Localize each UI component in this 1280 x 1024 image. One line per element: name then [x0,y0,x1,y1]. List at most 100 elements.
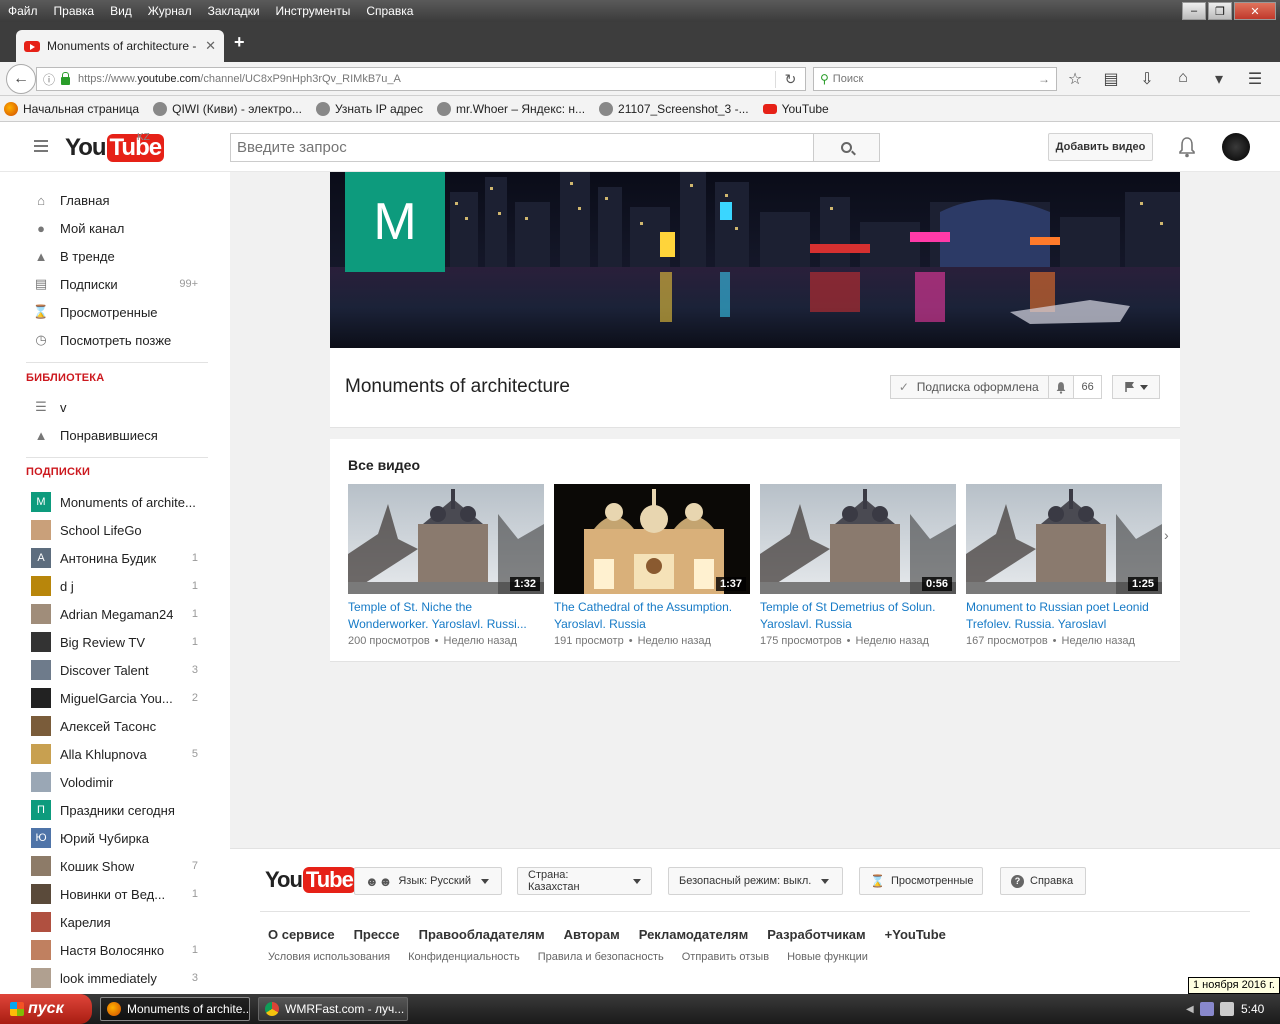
subscriptions-section-title[interactable]: ПОДПИСКИ [26,466,90,478]
subscription-item[interactable]: А Антонина Будик 1 [0,544,230,572]
back-button[interactable]: ← [6,64,36,94]
search-engine-icon[interactable]: ⚲ [820,72,829,86]
language-button[interactable]: ☻☻ Язык: Русский [354,867,502,895]
menu-item[interactable]: Инструменты [268,4,359,18]
taskbar-clock[interactable]: 5:40 [1241,1002,1264,1016]
subscription-item[interactable]: Карелия [0,908,230,936]
sidebar-library-item[interactable]: ☰ v [0,393,230,421]
taskbar-button[interactable]: Monuments of archite... [100,997,250,1021]
footer-link[interactable]: Авторам [564,927,620,942]
footer-link[interactable]: Прессе [354,927,400,942]
upload-button[interactable]: Добавить видео [1048,133,1153,161]
bookmark-item[interactable]: mr.Whoer – Яндекс: н... [437,101,585,116]
bookmark-item[interactable]: QIWI (Киви) - электро... [153,101,302,116]
url-text[interactable]: https://www.youtube.com/channel/UC8xP9nH… [78,73,775,85]
chevron-right-icon[interactable]: › [1164,527,1169,543]
footer-youtube-logo[interactable]: You Tube [265,867,356,893]
tray-network-icon[interactable] [1219,1002,1234,1016]
youtube-logo[interactable]: You Tube KZ [65,132,165,162]
sidebar-item[interactable]: ⌂ Главная [0,186,230,214]
footer-link[interactable]: Правообладателям [419,927,545,942]
video-card[interactable]: 0:56 Temple of St Demetrius of Solun. Yar… [760,484,956,647]
menu-item[interactable]: Журнал [140,4,200,18]
footer-policy-link[interactable]: Правила и безопасность [538,951,664,963]
subscription-item[interactable]: Big Review TV 1 [0,628,230,656]
videos-heading[interactable]: Все видео [348,457,420,473]
account-avatar[interactable] [1222,133,1250,161]
reload-icon[interactable]: ↻ [775,70,805,88]
subscription-item[interactable]: d j 1 [0,572,230,600]
video-card[interactable]: 1:37 The Cathedral of the Assumption. Yar… [554,484,750,647]
subscription-item[interactable]: Ю Юрий Чубирка [0,824,230,852]
library-section-title[interactable]: БИБЛИОТЕКА [26,372,104,384]
history-button[interactable]: ⌛ Просмотренные [859,867,983,895]
taskbar-button[interactable]: WMRFast.com - луч... [258,997,408,1021]
subscription-item[interactable]: Кошик Show 7 [0,852,230,880]
menu-item[interactable]: Вид [102,4,140,18]
menu-icon[interactable]: ☰ [1244,69,1266,89]
subscription-item[interactable]: Discover Talent 3 [0,656,230,684]
channel-avatar[interactable]: M [345,172,445,272]
sidebar-item[interactable]: ▲ В тренде [0,242,230,270]
bookmark-item[interactable]: 21107_Screenshot_3 -... [599,101,749,116]
subscription-item[interactable]: Alla Khlupnova 5 [0,740,230,768]
subscription-item[interactable]: П Праздники сегодня [0,796,230,824]
tray-app-icon[interactable] [1199,1002,1214,1016]
video-title[interactable]: The Cathedral of the Assumption. Yarosla… [554,599,750,633]
address-bar[interactable]: ⓘ https://www.youtube.com/channel/UC8xP9… [36,67,806,91]
download-icon[interactable]: ⇩ [1136,69,1158,89]
subscription-item[interactable]: School LifeGo [0,516,230,544]
tray-expand-icon[interactable]: ◀ [1186,1004,1194,1015]
info-icon[interactable]: ⓘ [43,71,55,88]
bookmark-item[interactable]: Начальная страница [4,101,139,116]
tab-close-icon[interactable]: ✕ [205,38,216,54]
video-card[interactable]: 1:25 Monument to Russian poet Leonid Tref… [966,484,1162,647]
guide-menu-icon[interactable] [34,140,48,152]
flag-menu-button[interactable] [1112,375,1160,399]
video-title[interactable]: Temple of St. Niche the Wonderworker. Ya… [348,599,544,633]
subscription-item[interactable]: look immediately 3 [0,964,230,992]
menu-item[interactable]: Закладки [200,4,268,18]
footer-policy-link[interactable]: Условия использования [268,951,390,963]
star-icon[interactable]: ☆ [1064,69,1086,89]
home-icon[interactable]: ⌂ [1172,69,1194,89]
menu-item[interactable]: Правка [46,4,103,18]
video-card[interactable]: 1:32 Temple of St. Niche the Wonderworker… [348,484,544,647]
safety-mode-button[interactable]: Безопасный режим: выкл. [668,867,843,895]
sidebar-item[interactable]: ⌛ Просмотренные [0,298,230,326]
footer-policy-link[interactable]: Новые функции [787,951,868,963]
sidebar-item[interactable]: ● Мой канал [0,214,230,242]
sidebar-item[interactable]: ◷ Посмотреть позже [0,326,230,354]
subscribe-button[interactable]: ✓ Подписка оформлена 66 [890,375,1102,399]
country-button[interactable]: Страна: Казахстан [517,867,652,895]
channel-title[interactable]: Monuments of architecture [345,376,570,398]
close-icon[interactable]: ✕ [1234,2,1276,20]
browser-search-input[interactable] [832,73,1038,85]
subscription-item[interactable]: Adrian Megaman24 1 [0,600,230,628]
footer-policy-link[interactable]: Отправить отзыв [682,951,769,963]
notifications-bell-icon[interactable] [1178,136,1196,158]
video-title[interactable]: Temple of St Demetrius of Solun. Yarosla… [760,599,956,633]
start-button[interactable]: пуск [0,994,92,1024]
menu-item[interactable]: Файл [0,4,46,18]
youtube-search-input[interactable] [231,134,813,161]
help-button[interactable]: ? Справка [1000,867,1086,895]
video-thumbnail[interactable]: 1:32 [348,484,544,594]
minimize-icon[interactable]: – [1182,2,1206,20]
video-title[interactable]: Monument to Russian poet Leonid Trefolev… [966,599,1162,633]
video-thumbnail[interactable]: 0:56 [760,484,956,594]
video-thumbnail[interactable]: 1:37 [554,484,750,594]
subscription-item[interactable]: Настя Волосянко 1 [0,936,230,964]
youtube-search[interactable] [230,133,814,162]
footer-link[interactable]: Рекламодателям [639,927,748,942]
restore-icon[interactable]: ❐ [1208,2,1232,20]
footer-link[interactable]: Разработчикам [767,927,865,942]
notification-settings-icon[interactable] [1047,376,1074,398]
footer-policy-link[interactable]: Конфиденциальность [408,951,520,963]
bookmark-item[interactable]: Узнать IP адрес [315,101,423,116]
bookmark-item[interactable]: YouTube [762,102,829,116]
subscription-item[interactable]: Алексей Тасонс [0,712,230,740]
pocket-icon[interactable]: ▾ [1208,69,1230,89]
video-thumbnail[interactable]: 1:25 [966,484,1162,594]
footer-link[interactable]: +YouTube [885,927,946,942]
